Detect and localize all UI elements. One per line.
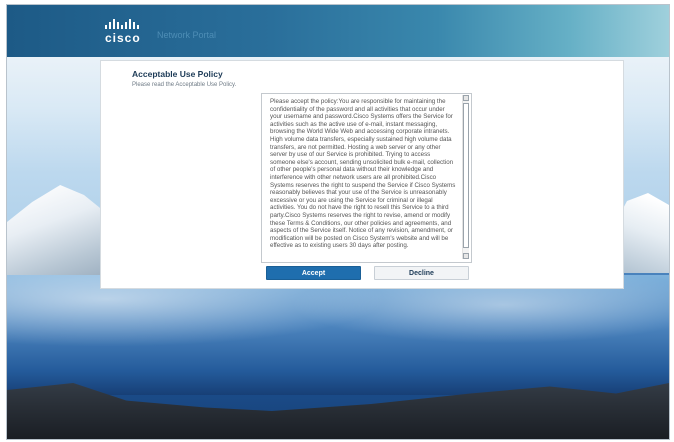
accept-button[interactable]: Accept — [266, 266, 361, 280]
cisco-logo: cisco — [105, 19, 141, 45]
browser-viewport: cisco Network Portal Acceptable Use Poli… — [6, 4, 670, 440]
scroll-down-arrow-icon[interactable] — [463, 253, 469, 259]
page-title: Acceptable Use Policy — [132, 69, 223, 79]
policy-text: Please accept the policy:You are respons… — [270, 98, 456, 250]
cisco-logo-bars-icon — [105, 19, 141, 29]
background-water — [7, 275, 669, 395]
cisco-logo-text: cisco — [105, 31, 141, 45]
aup-panel: Acceptable Use Policy Please read the Ac… — [100, 60, 624, 289]
product-name: Network Portal — [157, 30, 217, 40]
policy-scrollbar[interactable] — [462, 95, 469, 259]
decline-button[interactable]: Decline — [374, 266, 469, 280]
scroll-up-arrow-icon[interactable] — [463, 95, 469, 101]
page-subtitle: Please read the Acceptable Use Policy. — [132, 82, 237, 88]
portal-header: cisco Network Portal — [7, 5, 669, 57]
scroll-thumb[interactable] — [463, 103, 469, 248]
policy-textarea[interactable]: Please accept the policy:You are respons… — [261, 93, 472, 263]
